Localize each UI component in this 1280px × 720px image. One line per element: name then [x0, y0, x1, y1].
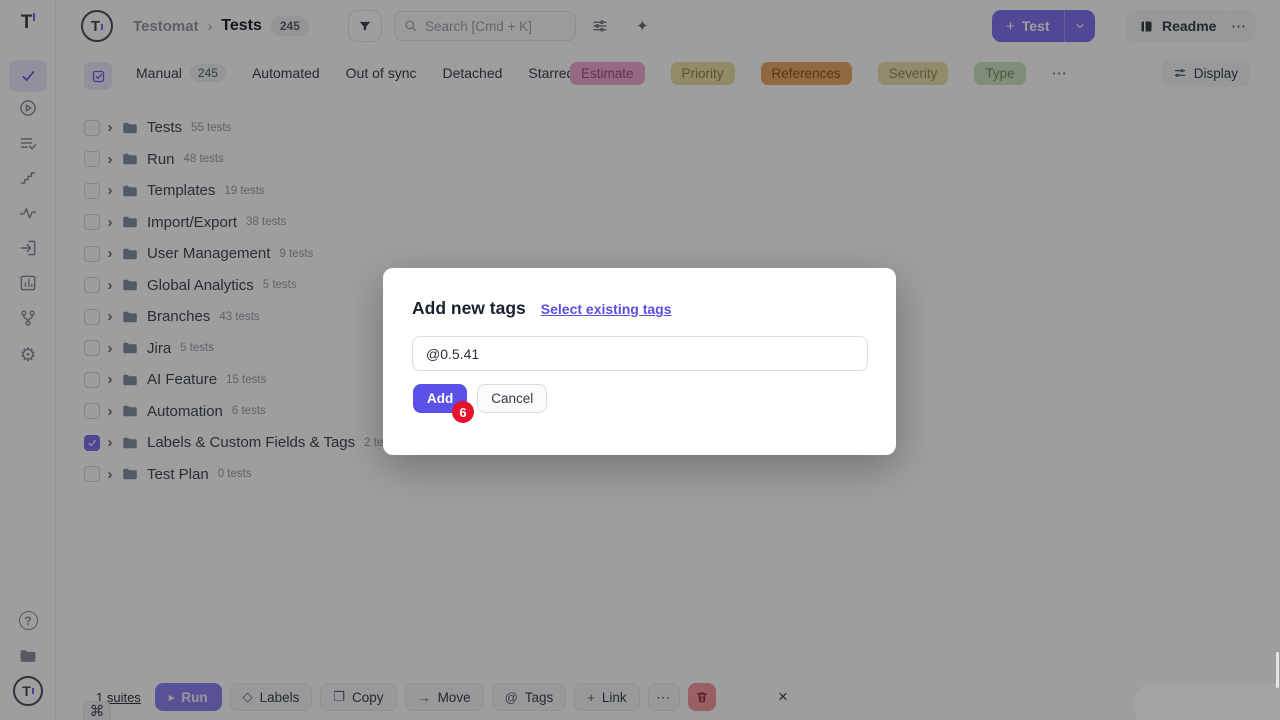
scrollbar-thumb[interactable] — [1276, 652, 1279, 688]
corner-widget[interactable] — [1135, 683, 1280, 720]
modal-title-row: Add new tags Select existing tags — [412, 298, 671, 319]
tag-input[interactable] — [412, 336, 868, 371]
cancel-button[interactable]: Cancel — [477, 384, 547, 413]
modal-buttons: Add Cancel — [413, 384, 547, 413]
add-tags-modal: Add new tags Select existing tags Add Ca… — [383, 268, 896, 455]
step-number-badge: 6 — [452, 401, 474, 423]
select-existing-tags-link[interactable]: Select existing tags — [541, 301, 672, 317]
modal-title: Add new tags — [412, 298, 526, 319]
